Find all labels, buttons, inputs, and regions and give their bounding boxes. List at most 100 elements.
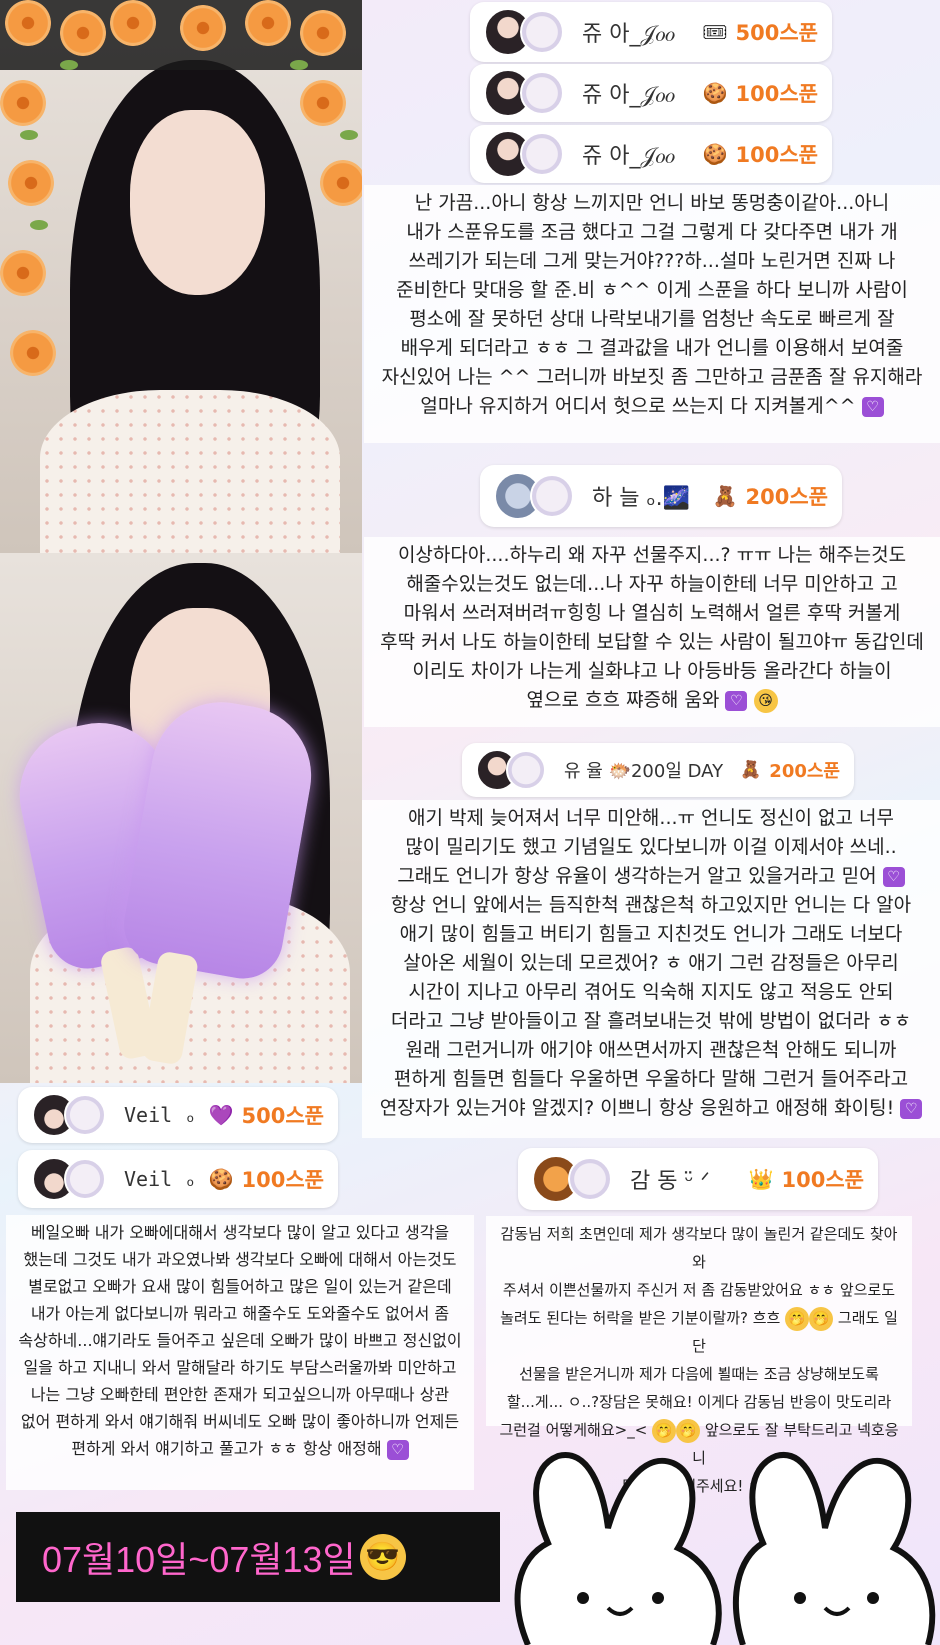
message-line: 많이 밀리기도 했고 기념일도 있다보니까 이걸 이제서야 쓰네.. xyxy=(405,836,897,858)
crown-icon: 👑 xyxy=(748,1167,774,1191)
message-line: 편하게 힘들면 힘들다 우울하면 우울하다 말해 그런거 들어주라고 xyxy=(393,1068,909,1090)
donor-name: 쥬 아_𝒥𝑜𝑜 xyxy=(582,22,675,47)
message-line: 더라고 그냥 받아들이고 잘 흘려보내는것 밖에 방법이 없더라 ㅎㅎ xyxy=(390,1010,912,1032)
message-line: 편하게 와서 얘기하고 풀고가 ㅎㅎ 항상 애정해 xyxy=(71,1439,382,1458)
donation-amount: 100스푼 xyxy=(735,82,818,106)
bear-icon: 🧸 xyxy=(740,760,762,780)
donor-name: 쥬 아_𝒥𝑜𝑜 xyxy=(582,83,675,108)
donor-name: Veil ₒ xyxy=(124,1167,197,1191)
message-line: 선물을 받은거니까 제가 다음에 뵐때는 조금 상냥해보도록 xyxy=(519,1365,879,1383)
donation-chip-gamdong: 감 동 ᵕ̈ ᐟ 👑 100스푼 xyxy=(518,1148,878,1210)
bunny-illustration-left xyxy=(514,1451,722,1645)
message-line: 얼마나 유지하거 어디서 헛으로 쓰는지 다 지켜볼게^^ xyxy=(420,395,856,417)
heart-icon: ♡ xyxy=(386,1439,409,1460)
message-line: 마워서 쓰러져버려ㅠ힝힝 나 열심히 노력해서 얼른 후딱 커볼게 xyxy=(403,602,901,624)
badge-avatar xyxy=(530,474,574,518)
message-haneul: 이상하다아....하누리 왜 자꾸 선물주지...? ㅠㅠ 나는 해주는것도 해… xyxy=(364,537,940,727)
message-line: 준비한다 맞대응 할 준.비 ㅎ^^ 이게 스푼을 하다 보니까 사람이 xyxy=(396,279,908,301)
message-line: 별로없고 오빠가 요새 많이 힘들어하고 많은 일이 있는거 같은데 xyxy=(28,1277,452,1296)
heart-icon: ♡ xyxy=(725,690,748,711)
message-line: 원래 그런거니까 애기야 애쓰면서까지 괜찮은척 안해도 되니까 xyxy=(405,1039,897,1061)
badge-avatar xyxy=(520,10,564,54)
message-line: 할...게... ㅇ..?장담은 못해요! 이게다 감동님 반응이 맛도리라 xyxy=(506,1393,892,1411)
message-line: 해줄수있는것도 없는데...나 자꾸 하늘이한테 너무 미안하고 고 xyxy=(406,573,898,595)
shy-emoji-icon: 🤭 xyxy=(676,1418,701,1443)
badge-avatar xyxy=(64,1094,106,1136)
donation-chip-veil-2: Veil ₒ 🍪 100스푼 xyxy=(18,1150,338,1208)
badge-avatar xyxy=(520,71,564,115)
donation-amount: 500스푼 xyxy=(241,1104,324,1128)
donor-name: Veil ₒ xyxy=(124,1103,197,1127)
donation-amount: 200스푼 xyxy=(769,761,840,782)
message-veil: 베일오빠 내가 오빠에대해서 생각보다 많이 알고 있다고 생각을 했는데 그것… xyxy=(6,1215,474,1490)
donation-chip-veil-1: Veil ₒ 💜 500스푼 xyxy=(18,1087,338,1143)
donation-amount: 100스푼 xyxy=(781,1168,864,1192)
message-line: 속상하네...얘기라도 들어주고 싶은데 오빠가 많이 바쁘고 정신없이 xyxy=(18,1331,462,1350)
message-line: 내가 스푼유도를 조금 했다고 그걸 그렇게 다 갖다주면 내가 개 xyxy=(406,221,898,243)
message-line: 애기 많이 힘들고 버티기 힘들고 지친것도 언니가 그래도 너보다 xyxy=(399,923,903,945)
donation-chip-juah-3: 쥬 아_𝒥𝑜𝑜 🍪 100스푼 xyxy=(470,125,832,183)
donation-amount: 100스푼 xyxy=(735,143,818,167)
streamer-photo-top xyxy=(0,0,362,553)
message-line: 주셔서 이쁜선물까지 주신거 저 좀 감동받았어요 ㅎㅎ 앞으로도 xyxy=(502,1281,896,1299)
message-line: 배우게 되더라고 ㅎㅎ 그 결과값을 내가 언니를 이용해서 보여줄 xyxy=(400,337,904,359)
shy-emoji-icon: 🤭 xyxy=(785,1306,810,1331)
message-line: 했는데 그것도 내가 과오였나봐 생각보다 오빠에 대해서 아는것도 xyxy=(23,1250,457,1269)
message-line: 후딱 커서 나도 하늘이한테 보답할 수 있는 사람이 될끄야ㅠ 동갑인데 xyxy=(380,631,924,653)
sunglasses-emoji-icon: 😎 xyxy=(359,1534,406,1580)
donation-chip-yuyul: 유 율 🐡200일 DAY 🧸 200스푼 xyxy=(462,743,854,797)
message-line: 감동님 저희 초면인데 제가 생각보다 많이 놀린거 같은데도 찾아와 xyxy=(500,1225,898,1271)
donor-name: 감 동 ᵕ̈ ᐟ xyxy=(630,1169,710,1194)
badge-avatar xyxy=(568,1157,612,1201)
message-line: 이리도 차이가 나는게 실화냐고 나 아등바등 올라간다 하늘이 xyxy=(412,660,892,682)
shy-emoji-icon: 🤭 xyxy=(809,1306,834,1331)
message-line: 애기 박제 늦어져서 너무 미안해...ㅠ 언니도 정신이 없고 너무 xyxy=(408,807,894,829)
message-line: 베일오빠 내가 오빠에대해서 생각보다 많이 알고 있다고 생각을 xyxy=(30,1223,450,1242)
heart-icon: ♡ xyxy=(900,1098,923,1119)
date-range-banner: 07월10일~07월13일 😎 xyxy=(16,1512,500,1602)
donation-amount: 500스푼 xyxy=(735,21,818,45)
ticket-icon: 🎟 xyxy=(702,20,728,44)
heart-icon: ♡ xyxy=(861,396,884,417)
bunny-illustration-right xyxy=(733,1451,936,1645)
message-line: 나는 그냥 오빠한테 편안한 존재가 되고싶으니까 아무때나 상관 xyxy=(30,1385,450,1404)
message-yuyul: 애기 박제 늦어져서 너무 미안해...ㅠ 언니도 정신이 없고 너무 많이 밀… xyxy=(362,800,940,1138)
message-line: 평소에 잘 못하던 상대 나락보내기를 엄청난 속도로 빠르게 잘 xyxy=(409,308,895,330)
badge-avatar xyxy=(520,132,564,176)
heart-icon: 💜 xyxy=(208,1103,234,1127)
donation-chip-haneul: 하 늘 ₒ.🌌 🧸 200스푼 xyxy=(480,465,842,527)
message-line: 연장자가 있는거야 알겠지? 이쁘니 항상 응원하고 애정해 화이팅! xyxy=(379,1097,895,1119)
message-line: 그런걸 어떻게해요>_< xyxy=(499,1421,648,1439)
heart-icon: ♡ xyxy=(882,866,905,887)
donation-amount: 200스푼 xyxy=(745,485,828,509)
message-line: 내가 아는게 없다보니까 뭐라고 해줄수도 도와줄수도 없어서 좀 xyxy=(30,1304,450,1323)
donation-chip-juah-1: 쥬 아_𝒥𝑜𝑜 🎟 500스푼 xyxy=(470,2,832,62)
message-juah: 난 가끔...아니 항상 느끼지만 언니 바보 똥멍충이같아...아니 내가 스… xyxy=(364,185,940,443)
message-line: 일을 하고 지내니 와서 말해달라 하기도 부담스러울까봐 미안하고 xyxy=(23,1358,457,1377)
message-line: 시간이 지나고 아무리 겪어도 익숙해 지지도 않고 적응도 안되 xyxy=(408,981,894,1003)
message-line: 놀려도 된다는 허락을 받은 기분이랄까? 흐흐 xyxy=(500,1309,781,1327)
donor-name: 쥬 아_𝒥𝑜𝑜 xyxy=(582,144,675,169)
donation-amount: 100스푼 xyxy=(241,1168,324,1192)
message-line: 난 가끔...아니 항상 느끼지만 언니 바보 똥멍충이같아...아니 xyxy=(414,192,890,214)
shy-emoji-icon: 🤭 xyxy=(652,1418,677,1443)
donor-name: 하 늘 ₒ.🌌 xyxy=(592,486,690,511)
badge-avatar xyxy=(64,1158,106,1200)
message-gamdong: 감동님 저희 초면인데 제가 생각보다 많이 놀린거 같은데도 찾아와 주셔서 … xyxy=(486,1216,912,1495)
kiss-emoji-icon: 😘 xyxy=(753,688,778,713)
message-line: 이상하다아....하누리 왜 자꾸 선물주지...? ㅠㅠ 나는 해주는것도 xyxy=(397,544,907,566)
message-line: 없어 편하게 와서 얘기해줘 버씨네도 오빠 많이 좋아하니까 언제든 xyxy=(20,1412,460,1431)
message-line: 옆으로 흐흐 쨔증해 움와 xyxy=(526,689,720,711)
cookie-icon: 🍪 xyxy=(208,1167,234,1191)
message-line: 자신있어 나는 ^^ 그러니까 바보짓 좀 그만하고 금푼좀 잘 유지해라 xyxy=(381,366,923,388)
donation-chip-juah-2: 쥬 아_𝒥𝑜𝑜 🍪 100스푼 xyxy=(470,64,832,122)
message-line: 쓰레기가 되는데 그게 맞는거야???하...설마 노린거면 진짜 나 xyxy=(408,250,896,272)
cookie-icon: 🍪 xyxy=(702,81,728,105)
bear-icon: 🧸 xyxy=(712,484,738,508)
donor-name: 유 율 🐡200일 DAY xyxy=(564,761,724,782)
date-range-text: 07월10일~07월13일 xyxy=(42,1539,356,1580)
cookie-icon: 🍪 xyxy=(702,142,728,166)
message-line: 살아온 세월이 있는데 모르겠어? ㅎ 애기 그런 감정들은 아무리 xyxy=(403,952,899,974)
badge-avatar xyxy=(506,750,546,790)
message-line: 항상 언니 앞에서는 듬직한척 괜찮은척 하고있지만 언니는 다 알아 xyxy=(390,894,912,916)
